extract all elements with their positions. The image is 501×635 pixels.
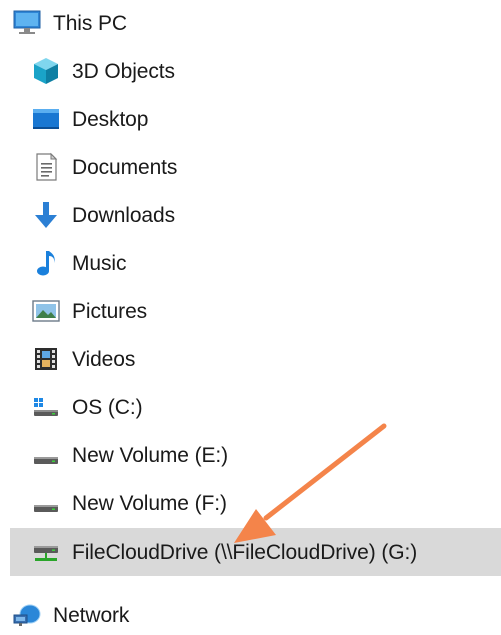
pictures-icon	[30, 295, 62, 327]
tree-item-downloads[interactable]: Downloads	[30, 195, 175, 235]
tree-item-label: Documents	[72, 155, 178, 179]
tree-item-label: Desktop	[72, 107, 149, 131]
documents-icon	[30, 151, 62, 183]
downloads-icon	[30, 199, 62, 231]
tree-item-filecloud-drive-g[interactable]: FileCloudDrive (\\FileCloudDrive) (G:)	[30, 532, 417, 572]
tree-item-label: Pictures	[72, 299, 148, 323]
3d-objects-icon	[30, 55, 62, 87]
tree-item-this-pc[interactable]: This PC	[11, 3, 127, 43]
computer-icon	[11, 7, 43, 39]
videos-icon	[30, 343, 62, 375]
drive-icon	[30, 487, 62, 519]
tree-item-label: Videos	[72, 347, 136, 371]
music-icon	[30, 247, 62, 279]
network-icon	[11, 599, 43, 631]
drive-icon	[30, 439, 62, 471]
tree-item-documents[interactable]: Documents	[30, 147, 177, 187]
tree-item-label: FileCloudDrive (\\FileCloudDrive) (G:)	[72, 540, 418, 564]
tree-item-new-volume-e[interactable]: New Volume (E:)	[30, 435, 228, 475]
network-drive-icon	[30, 536, 62, 568]
tree-item-new-volume-f[interactable]: New Volume (F:)	[30, 483, 227, 523]
tree-item-3d-objects[interactable]: 3D Objects	[30, 51, 175, 91]
desktop-icon	[30, 103, 62, 135]
tree-item-os-c[interactable]: OS (C:)	[30, 387, 143, 427]
tree-item-label: OS (C:)	[72, 395, 143, 419]
tree-item-label: Downloads	[72, 203, 175, 227]
tree-item-pictures[interactable]: Pictures	[30, 291, 147, 331]
tree-item-label: New Volume (F:)	[72, 491, 227, 515]
tree-item-desktop[interactable]: Desktop	[30, 99, 148, 139]
tree-item-music[interactable]: Music	[30, 243, 126, 283]
tree-item-label: This PC	[53, 11, 127, 35]
tree-item-network[interactable]: Network	[11, 595, 129, 635]
tree-item-videos[interactable]: Videos	[30, 339, 135, 379]
tree-item-label: 3D Objects	[72, 59, 175, 83]
os-drive-icon	[30, 391, 62, 423]
navigation-pane: This PC 3D Objects Desktop Documents Dow…	[0, 0, 501, 630]
tree-item-label: Music	[72, 251, 127, 275]
tree-item-label: Network	[53, 603, 130, 627]
tree-item-label: New Volume (E:)	[72, 443, 229, 467]
